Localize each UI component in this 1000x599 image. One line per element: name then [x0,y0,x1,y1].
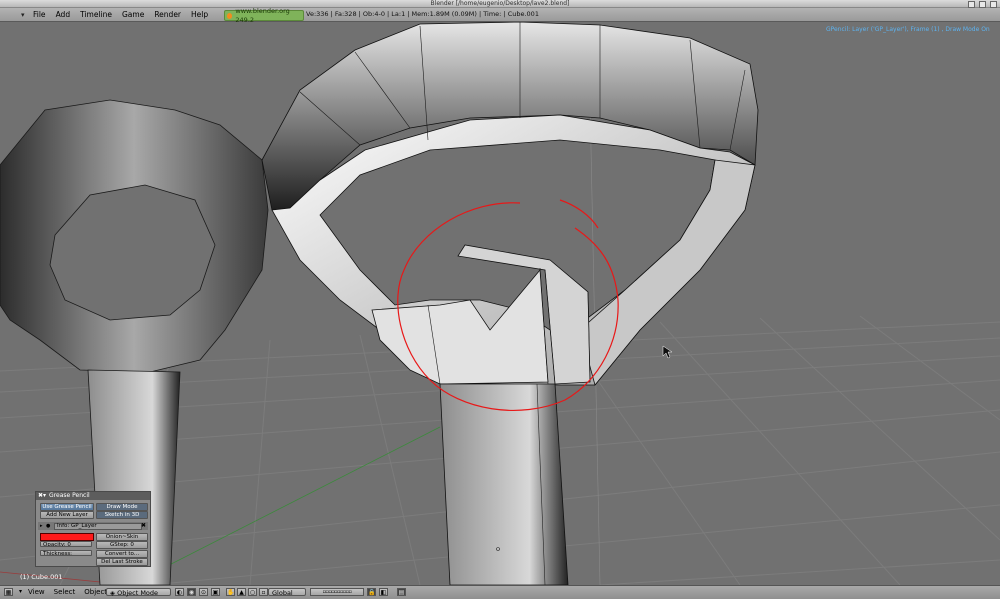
manipulator-hand-icon[interactable]: ✋ [226,588,235,596]
layer-lock-icon[interactable]: ● [46,523,50,529]
3d-view-header: ▦ ▾ View Select Object ◈ Object Mode ◐ ◉… [0,585,1000,599]
header-collapse-icon[interactable]: ▾ [16,588,25,596]
layer-buttons[interactable]: ▫▫▫▫▫▫▫▫▫▫ [310,588,364,596]
add-new-layer-button[interactable]: Add New Layer [40,511,94,519]
panel-header: ✖▾ Grease Pencil [36,492,150,500]
menu-help[interactable]: Help [191,8,208,21]
3d-viewport[interactable]: GPencil: Layer ('GP_Layer'), Frame (1) ,… [0,22,1000,585]
blender-site-link[interactable]: www.blender.org 249.2 [224,7,304,24]
thickness-slider[interactable]: Thickness: [40,550,92,556]
menu-select[interactable]: Select [54,586,76,599]
delete-layer-icon[interactable]: ✖ [141,522,146,529]
sketch-in-3d-toggle[interactable]: Sketch in 3D [96,511,148,519]
stroke-color-swatch[interactable] [40,533,94,541]
window-controls [968,0,997,8]
layer-row: ▸ ● Info: GP_Layer ✖ [38,522,148,530]
pivot-icon[interactable]: ⊙ [199,588,208,596]
minimize-icon[interactable] [968,1,975,8]
render-preview-icon[interactable]: ◧ [379,588,388,596]
shading-icon[interactable]: ◉ [187,588,196,596]
blender-logo-icon [227,12,233,19]
view-menus: View Select Object [28,586,107,599]
menu-timeline[interactable]: Timeline [80,8,112,21]
delete-last-stroke-button[interactable]: Del Last Stroke [96,558,148,566]
onion-skin-toggle[interactable]: Onion~Skin [96,533,148,541]
header-collapse-icon[interactable]: ▾ [21,11,25,19]
use-grease-pencil-toggle[interactable]: Use Grease Pencil [40,503,94,511]
layer-expand-icon[interactable]: ▸ [40,523,43,529]
menu-game[interactable]: Game [122,8,144,21]
scene-stats: Ve:336 | Fa:328 | Ob:4-0 | La:1 | Mem:1.… [306,10,539,18]
gstep-field[interactable]: GStep: 0 [96,541,148,549]
pivot-menu-icon[interactable]: ▣ [211,588,220,596]
maximize-icon[interactable] [979,1,986,8]
rotate-icon[interactable]: ○ [248,588,257,596]
menu-add[interactable]: Add [56,8,71,21]
draw-type-icon[interactable]: ◐ [175,588,184,596]
lock-icon[interactable]: 🔒 [367,588,376,596]
menu-file[interactable]: File [33,8,46,21]
layer-name-field[interactable]: Info: GP_Layer [54,523,142,530]
window-titlebar: Blender [/home/eugenio/Desktop/lave2.ble… [0,0,1000,8]
panel-close-icon[interactable]: ✖▾ [38,492,46,500]
editor-type-icon[interactable]: ▦ [4,588,13,596]
mode-select[interactable]: ◈ Object Mode [106,588,171,597]
scale-icon[interactable]: ▫ [259,588,268,596]
menu-render[interactable]: Render [154,8,181,21]
main-menu: File Add Timeline Game Render Help [33,8,208,21]
panel-title: Grease Pencil [49,492,90,499]
mode-label: Object Mode [117,589,159,597]
draw-mode-toggle[interactable]: Draw Mode [96,503,148,511]
info-header: ▾ File Add Timeline Game Render Help www… [0,7,1000,24]
opacity-slider[interactable]: Opacity: 0 [40,541,92,547]
grease-pencil-info: GPencil: Layer ('GP_Layer'), Frame (1) ,… [826,26,990,33]
menu-view[interactable]: View [28,586,45,599]
active-object-label: (1) Cube.001 [20,573,63,581]
menu-object[interactable]: Object [84,586,107,599]
convert-to-button[interactable]: Convert to... [96,550,148,558]
close-icon[interactable] [990,1,997,8]
orientation-select[interactable]: Global [268,588,306,597]
window-title: Blender [/home/eugenio/Desktop/lave2.ble… [430,0,570,7]
render-icon[interactable]: ▤ [397,588,406,596]
grease-pencil-panel: ✖▾ Grease Pencil Use Grease Pencil Draw … [35,491,151,567]
translate-icon[interactable]: ▲ [237,588,246,596]
